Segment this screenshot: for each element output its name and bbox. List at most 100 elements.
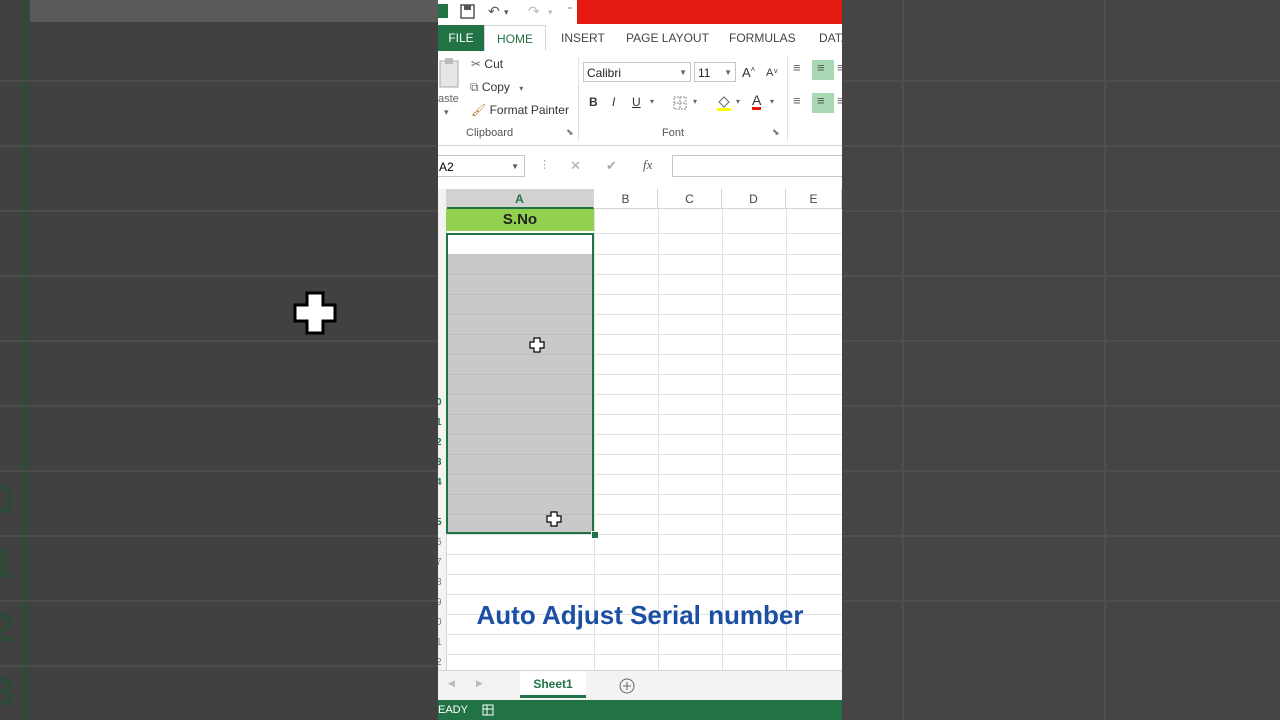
row-number[interactable]: 0 bbox=[438, 397, 442, 408]
row-number[interactable]: 3 bbox=[438, 457, 442, 468]
redo-icon[interactable]: ↷ bbox=[528, 3, 540, 20]
column-header-b[interactable]: B bbox=[594, 189, 658, 209]
customize-qat-icon[interactable]: ⁼ bbox=[567, 5, 572, 16]
italic-button[interactable]: I bbox=[612, 95, 615, 109]
bg-gridline bbox=[842, 80, 1280, 82]
selection-range[interactable] bbox=[446, 233, 594, 534]
font-group-label: Font bbox=[662, 127, 685, 139]
font-size-select[interactable]: 11 ▼ bbox=[694, 62, 736, 82]
fill-color-icon[interactable] bbox=[716, 94, 732, 112]
bg-gridline bbox=[842, 145, 1280, 147]
chevron-down-icon: ▼ bbox=[679, 68, 687, 77]
row-number[interactable]: 7 bbox=[438, 557, 442, 568]
column-header-a[interactable]: A bbox=[446, 189, 594, 209]
bg-gridline bbox=[0, 535, 438, 537]
bg-gridline bbox=[0, 600, 438, 602]
bg-gridline bbox=[0, 665, 438, 667]
align-center-icon: ≡ bbox=[817, 93, 825, 108]
row-number[interactable]: 2 bbox=[438, 437, 442, 448]
formula-bar-grip-icon: ⋮ bbox=[539, 159, 550, 171]
cell-a1-header[interactable]: S.No bbox=[446, 209, 594, 231]
column-header-c[interactable]: C bbox=[658, 189, 722, 209]
shrink-font-button[interactable]: A˅ bbox=[766, 67, 778, 79]
tab-data[interactable]: DATA bbox=[819, 25, 842, 51]
status-text: EADY bbox=[438, 704, 468, 716]
row-number[interactable]: 1 bbox=[438, 637, 442, 648]
bg-gridline bbox=[0, 405, 438, 407]
row-number[interactable]: 4 bbox=[438, 477, 442, 488]
format-painter-button[interactable]: 🖌 Format Painter bbox=[471, 103, 569, 117]
align-top-icon[interactable]: ≡ bbox=[793, 60, 801, 75]
align-center-button[interactable]: ≡ bbox=[812, 93, 834, 113]
bg-row-number: 0 bbox=[0, 478, 15, 522]
row-number[interactable]: 6 bbox=[438, 537, 442, 548]
borders-icon[interactable] bbox=[673, 96, 687, 110]
tab-insert[interactable]: INSERT bbox=[561, 25, 605, 51]
scroll-right-icon[interactable]: ▶ bbox=[476, 678, 483, 689]
name-box[interactable]: A2 ▼ bbox=[438, 155, 525, 177]
paste-icon[interactable] bbox=[438, 57, 460, 89]
row-number[interactable]: 8 bbox=[438, 577, 442, 588]
fill-handle[interactable] bbox=[591, 531, 599, 539]
grow-font-label: A bbox=[742, 65, 751, 80]
row-divider bbox=[446, 554, 842, 555]
row-number[interactable]: 2 bbox=[438, 657, 442, 668]
row-divider bbox=[446, 534, 842, 535]
tab-formulas[interactable]: FORMULAS bbox=[729, 25, 796, 51]
underline-button[interactable]: U bbox=[632, 95, 641, 109]
worksheet-grid[interactable]: A B C D E S.No 0 1 2 3 4 5 6 7 8 9 0 1 2 bbox=[438, 189, 842, 670]
cut-button[interactable]: ✂ Cut bbox=[471, 57, 503, 71]
cancel-icon[interactable]: ✕ bbox=[570, 158, 581, 174]
insert-function-icon[interactable]: fx bbox=[643, 157, 652, 173]
font-color-dropdown-icon[interactable]: ▾ bbox=[770, 97, 774, 106]
clipboard-launcher-icon[interactable]: ⬊ bbox=[566, 127, 574, 138]
bg-gridline bbox=[0, 210, 438, 212]
paste-dropdown-icon[interactable]: ▾ bbox=[444, 107, 449, 118]
align-bottom-icon[interactable]: ≡ bbox=[837, 60, 842, 75]
tab-page-layout[interactable]: PAGE LAYOUT bbox=[626, 25, 709, 51]
font-size-value: 11 bbox=[698, 66, 711, 80]
row-number[interactable]: 1 bbox=[438, 417, 442, 428]
background-right bbox=[842, 0, 1280, 720]
macro-record-icon[interactable] bbox=[482, 704, 494, 716]
bg-gridline bbox=[842, 340, 1280, 342]
font-name-select[interactable]: Calibri ▼ bbox=[583, 62, 691, 82]
column-header-d[interactable]: D bbox=[722, 189, 786, 209]
bg-vline bbox=[902, 0, 904, 720]
scroll-left-icon[interactable]: ◀ bbox=[448, 678, 455, 689]
row-divider bbox=[446, 574, 842, 575]
borders-dropdown-icon[interactable]: ▾ bbox=[693, 97, 697, 106]
redo-dropdown-icon[interactable]: ▾ bbox=[548, 7, 553, 18]
grow-font-button[interactable]: A˄ bbox=[742, 65, 755, 80]
undo-dropdown-icon[interactable]: ▾ bbox=[504, 7, 509, 18]
new-sheet-icon[interactable] bbox=[619, 678, 635, 694]
save-icon[interactable] bbox=[460, 4, 475, 19]
tab-home[interactable]: HOME bbox=[484, 25, 546, 51]
align-right-icon[interactable]: ≡ bbox=[837, 93, 842, 108]
align-left-icon[interactable]: ≡ bbox=[793, 93, 801, 108]
fill-color-dropdown-icon[interactable]: ▾ bbox=[736, 97, 740, 106]
bold-button[interactable]: B bbox=[589, 95, 598, 109]
font-launcher-icon[interactable]: ⬊ bbox=[772, 127, 780, 138]
excel-window: ↶ ▾ ↷ ▾ ⁼ FILE HOME INSERT PAGE LAYOUT F… bbox=[438, 0, 842, 720]
brush-icon: 🖌 bbox=[471, 103, 487, 117]
underline-dropdown-icon[interactable]: ▾ bbox=[650, 97, 654, 106]
font-color-button[interactable]: A bbox=[752, 93, 762, 110]
formula-input[interactable] bbox=[672, 155, 842, 177]
ribbon-separator bbox=[787, 57, 788, 141]
bg-topbar bbox=[30, 0, 438, 22]
status-bar: EADY bbox=[438, 700, 842, 720]
tab-file[interactable]: FILE bbox=[438, 25, 484, 51]
paste-label[interactable]: aste bbox=[438, 93, 459, 105]
copy-button[interactable]: ⧉ Copy ▾ bbox=[470, 80, 523, 95]
bg-row-number: 2 bbox=[0, 606, 15, 650]
row-number[interactable]: 5 bbox=[438, 517, 442, 528]
red-banner bbox=[577, 0, 842, 24]
enter-icon[interactable]: ✔ bbox=[606, 158, 617, 174]
sheet-tab-sheet1[interactable]: Sheet1 bbox=[520, 671, 586, 698]
align-middle-button[interactable]: ≡ bbox=[812, 60, 834, 80]
column-header-e[interactable]: E bbox=[786, 189, 842, 209]
ribbon-home: aste ▾ ✂ Cut ⧉ Copy ▾ 🖌 Format Painter C… bbox=[438, 51, 842, 146]
chevron-down-icon: ▼ bbox=[511, 162, 519, 171]
undo-icon[interactable]: ↶ bbox=[488, 3, 500, 20]
